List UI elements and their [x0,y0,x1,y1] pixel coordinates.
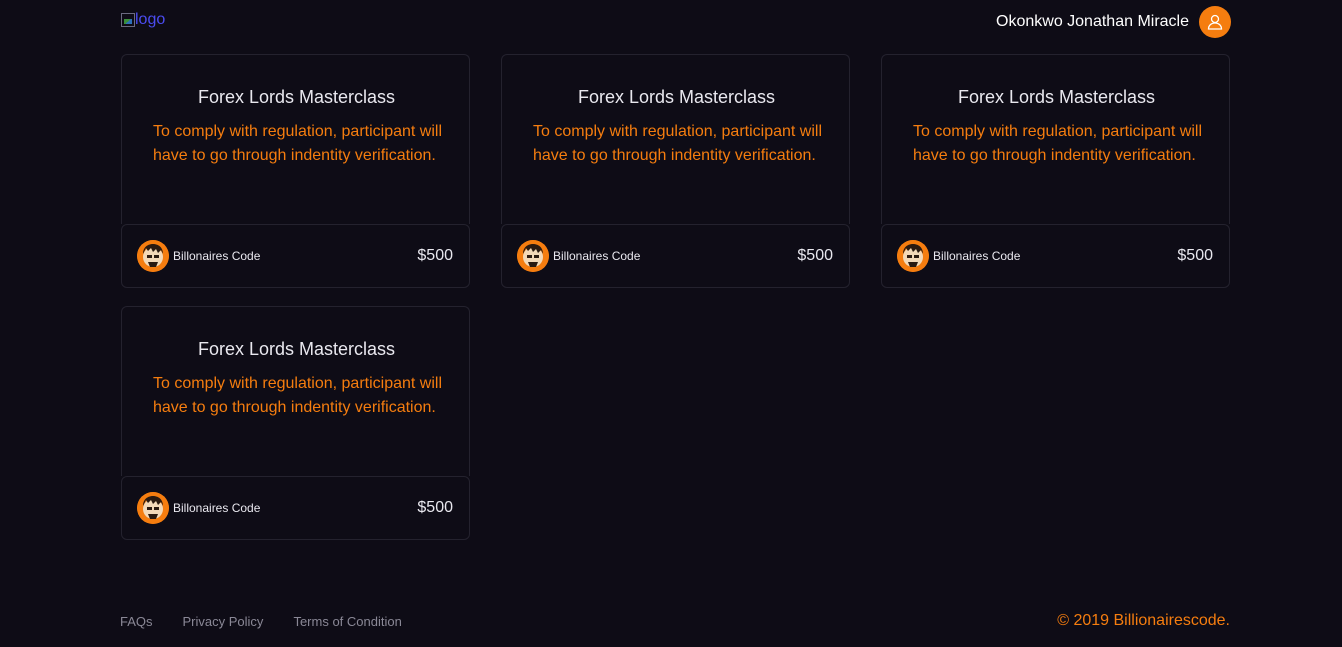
author-name: Billonaires Code [173,501,261,515]
course-card[interactable]: Forex Lords Masterclass To comply with r… [121,306,470,540]
author-name: Billonaires Code [173,249,261,263]
course-author: Billonaires Code [137,240,260,272]
course-card-body: Forex Lords Masterclass To comply with r… [121,54,470,224]
footer-links: FAQs Privacy Policy Terms of Condition [120,614,432,629]
course-description: To comply with regulation, participant w… [913,123,1203,164]
broken-image-icon [121,13,135,27]
course-author: Billonaires Code [897,240,1020,272]
course-title: Forex Lords Masterclass [197,339,396,359]
footer-link-privacy-policy[interactable]: Privacy Policy [183,614,264,629]
course-card[interactable]: Forex Lords Masterclass To comply with r… [121,54,470,288]
course-description: To comply with regulation, participant w… [533,123,823,164]
user-name: Okonkwo Jonathan Miracle [996,13,1189,30]
course-title: Forex Lords Masterclass [577,87,776,107]
author-avatar-icon [517,240,549,272]
course-card-footer: Billonaires Code $500 [501,224,850,288]
course-author: Billonaires Code [517,240,640,272]
course-card-footer: Billonaires Code $500 [121,476,470,540]
course-card[interactable]: Forex Lords Masterclass To comply with r… [501,54,850,288]
course-title: Forex Lords Masterclass [197,87,396,107]
course-card-footer: Billonaires Code $500 [121,224,470,288]
logo-link[interactable]: logo [121,11,165,29]
course-card-footer: Billonaires Code $500 [881,224,1230,288]
course-description: To comply with regulation, participant w… [153,375,443,416]
course-card-body: Forex Lords Masterclass To comply with r… [881,54,1230,224]
top-header: logo Okonkwo Jonathan Miracle [0,0,1342,44]
author-avatar-icon [137,492,169,524]
user-icon[interactable] [1199,6,1231,38]
author-avatar-icon [897,240,929,272]
course-price: $500 [417,247,453,264]
footer-link-faqs[interactable]: FAQs [120,614,153,629]
course-price: $500 [417,499,453,516]
course-author: Billonaires Code [137,492,260,524]
author-avatar-icon [137,240,169,272]
course-price: $500 [1177,247,1213,264]
course-card[interactable]: Forex Lords Masterclass To comply with r… [881,54,1230,288]
footer-link-terms[interactable]: Terms of Condition [293,614,401,629]
author-name: Billonaires Code [933,249,1021,263]
author-name: Billonaires Code [553,249,641,263]
course-card-body: Forex Lords Masterclass To comply with r… [121,306,470,476]
course-card-body: Forex Lords Masterclass To comply with r… [501,54,850,224]
user-menu[interactable]: Okonkwo Jonathan Miracle [996,6,1231,38]
logo-alt-text: logo [135,11,166,28]
copyright-text: © 2019 Billionairescode. [1057,612,1230,629]
page-footer: FAQs Privacy Policy Terms of Condition ©… [0,600,1342,640]
course-title: Forex Lords Masterclass [957,87,1156,107]
course-price: $500 [797,247,833,264]
course-description: To comply with regulation, participant w… [153,123,443,164]
